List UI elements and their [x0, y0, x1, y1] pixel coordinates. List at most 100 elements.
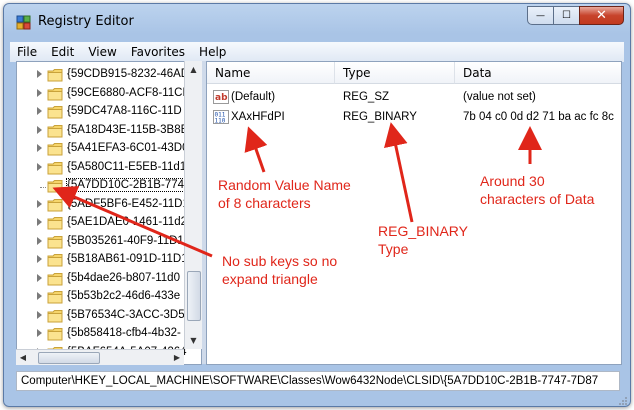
folder-icon — [47, 216, 63, 230]
folder-icon — [47, 142, 63, 156]
annotation-line: Type — [378, 241, 409, 257]
maximize-button[interactable]: ☐ — [553, 6, 580, 25]
scroll-left-icon[interactable]: ◀ — [16, 349, 30, 366]
menu-help[interactable]: Help — [192, 45, 233, 59]
scroll-right-icon[interactable]: ▶ — [170, 349, 184, 366]
expand-arrow-icon[interactable] — [37, 255, 42, 263]
tree-horizontal-scrollbar[interactable]: ◀ ▶ — [16, 349, 184, 365]
tree-item-label: {5b53b2c2-46d6-433e — [67, 290, 181, 302]
tree-item[interactable]: {59DC47A8-116C-11D — [17, 103, 201, 122]
tree-item[interactable]: {5B76534C-3ACC-3D5 — [17, 307, 201, 326]
caption-buttons: — ☐ ✕ — [527, 6, 624, 26]
tree-item[interactable]: {5A18D43E-115B-3B8E — [17, 122, 201, 141]
value-data: 7b 04 c0 0d d2 71 ba ac fc 8c — [463, 111, 614, 123]
maximize-icon: ☐ — [562, 10, 571, 21]
expand-arrow-icon[interactable] — [37, 107, 42, 115]
tree-item[interactable]: {5B18AB61-091D-11D1 — [17, 251, 201, 270]
minimize-icon: — — [536, 10, 545, 21]
title-bar[interactable]: Registry Editor — ☐ ✕ — [4, 4, 630, 40]
annotation-line: expand triangle — [222, 271, 318, 287]
tree-item[interactable]: {5b4dae26-b807-11d0 — [17, 270, 201, 289]
tree-item[interactable]: {5A41EFA3-6C01-43D0 — [17, 140, 201, 159]
value-type: REG_SZ — [343, 91, 390, 103]
tree-item-label: {5ADF5BF6-E452-11D1 — [67, 197, 189, 210]
tree-item-label: {5B76534C-3ACC-3D5 — [67, 308, 185, 321]
resize-grip-icon[interactable] — [618, 396, 628, 406]
folder-icon — [47, 235, 63, 249]
tree-item[interactable]: {5ADF5BF6-E452-11D1 — [17, 196, 201, 215]
svg-text:ab: ab — [215, 93, 228, 103]
folder-icon — [47, 105, 63, 119]
column-header-data[interactable]: Data — [455, 62, 621, 84]
annotation-line: Around 30 — [480, 173, 545, 189]
folder-icon — [47, 198, 63, 212]
tree-item-label: {5B18AB61-091D-11D1 — [67, 253, 188, 265]
folder-icon — [47, 179, 63, 193]
tree-item[interactable]: {5A7DD10C-2B1B-7747 — [17, 177, 201, 196]
tree-item[interactable]: {5A580C11-E5EB-11d1 — [17, 159, 201, 178]
scroll-up-icon[interactable]: ▲ — [185, 61, 202, 78]
expand-arrow-icon[interactable] — [37, 310, 42, 319]
key-tree-pane[interactable]: {59CDB915-8232-46AD {59CE6880-ACF8-11CF {5… — [16, 61, 202, 365]
folder-icon — [47, 309, 63, 323]
tree-item[interactable]: {5b53b2c2-46d6-433e — [17, 288, 201, 307]
expand-arrow-icon[interactable] — [37, 70, 42, 78]
close-button[interactable]: ✕ — [579, 6, 624, 25]
scroll-down-icon[interactable]: ▼ — [185, 332, 202, 349]
menu-edit[interactable]: Edit — [44, 45, 81, 59]
value-row[interactable]: 011 110 XAxHFdPI REG_BINARY 7b 04 c0 0d … — [207, 108, 621, 128]
expand-arrow-icon[interactable] — [37, 273, 42, 282]
column-header-type[interactable]: Type — [335, 62, 455, 84]
values-list-pane[interactable]: Name Type Data ab (Default) REG_SZ (valu… — [206, 61, 622, 365]
tree-item[interactable]: {5b858418-cfb4-4b32- — [17, 325, 201, 344]
close-icon: ✕ — [596, 8, 607, 23]
tree-item[interactable]: {59CDB915-8232-46AD — [17, 66, 201, 85]
column-header-name[interactable]: Name — [207, 62, 335, 84]
annotation-data: Around 30 characters of Data — [480, 172, 594, 208]
tree-item-label: {5A580C11-E5EB-11d1 — [67, 160, 187, 173]
menu-favorites[interactable]: Favorites — [124, 45, 192, 59]
tree-item-label: {5b858418-cfb4-4b32- — [67, 327, 181, 339]
folder-icon — [47, 124, 63, 138]
tree-vertical-scrollbar[interactable]: ▲ ▼ — [184, 61, 202, 349]
tree-vertical-scroll-thumb[interactable] — [187, 271, 201, 321]
window-title: Registry Editor — [38, 14, 134, 29]
value-data: (value not set) — [463, 91, 536, 103]
tree-item-label: {59DC47A8-116C-11D — [67, 105, 182, 117]
tree-item[interactable]: {5AE1DAE0-1461-11d2 — [17, 214, 201, 233]
annotation-value-name: Random Value Name of 8 characters — [218, 176, 351, 212]
tree-item-label: {5A18D43E-115B-3B8E — [67, 123, 189, 136]
tree-horizontal-scroll-thumb[interactable] — [38, 352, 100, 364]
status-bar-path: Computer\HKEY_LOCAL_MACHINE\SOFTWARE\Cla… — [16, 371, 620, 391]
folder-icon — [47, 161, 63, 175]
folder-icon — [47, 87, 63, 101]
annotation-type: REG_BINARY Type — [378, 222, 468, 258]
tree-item[interactable]: {59CE6880-ACF8-11CF — [17, 85, 201, 104]
registry-editor-icon — [16, 15, 31, 30]
annotation-no-subkeys: No sub keys so no expand triangle — [222, 252, 337, 288]
expand-arrow-icon[interactable] — [37, 88, 42, 97]
tree-item-label: {5B035261-40F9-11D1- — [67, 234, 188, 247]
expand-arrow-icon[interactable] — [37, 199, 42, 208]
expand-arrow-icon[interactable] — [37, 218, 42, 226]
expand-arrow-icon[interactable] — [37, 162, 42, 171]
binary-value-icon: 011 110 — [213, 110, 229, 125]
value-type: REG_BINARY — [343, 111, 417, 123]
value-row[interactable]: ab (Default) REG_SZ (value not set) — [207, 88, 621, 108]
expand-arrow-icon[interactable] — [37, 329, 42, 337]
menu-file[interactable]: File — [10, 45, 44, 59]
expand-arrow-icon[interactable] — [37, 292, 42, 300]
value-name: (Default) — [231, 91, 276, 103]
folder-icon — [47, 272, 63, 286]
tree-item-label: {5A41EFA3-6C01-43D0 — [67, 142, 189, 154]
tree-item[interactable]: {5B035261-40F9-11D1- — [17, 233, 201, 252]
minimize-button[interactable]: — — [527, 6, 554, 25]
annotation-line: characters of Data — [480, 191, 595, 207]
expand-arrow-icon[interactable] — [37, 125, 42, 134]
svg-text:110: 110 — [215, 118, 226, 125]
value-name: XAxHFdPI — [231, 111, 285, 123]
tree-item-label: {59CE6880-ACF8-11CF — [67, 86, 190, 99]
expand-arrow-icon[interactable] — [37, 236, 42, 245]
menu-view[interactable]: View — [81, 45, 123, 59]
expand-arrow-icon[interactable] — [37, 144, 42, 152]
